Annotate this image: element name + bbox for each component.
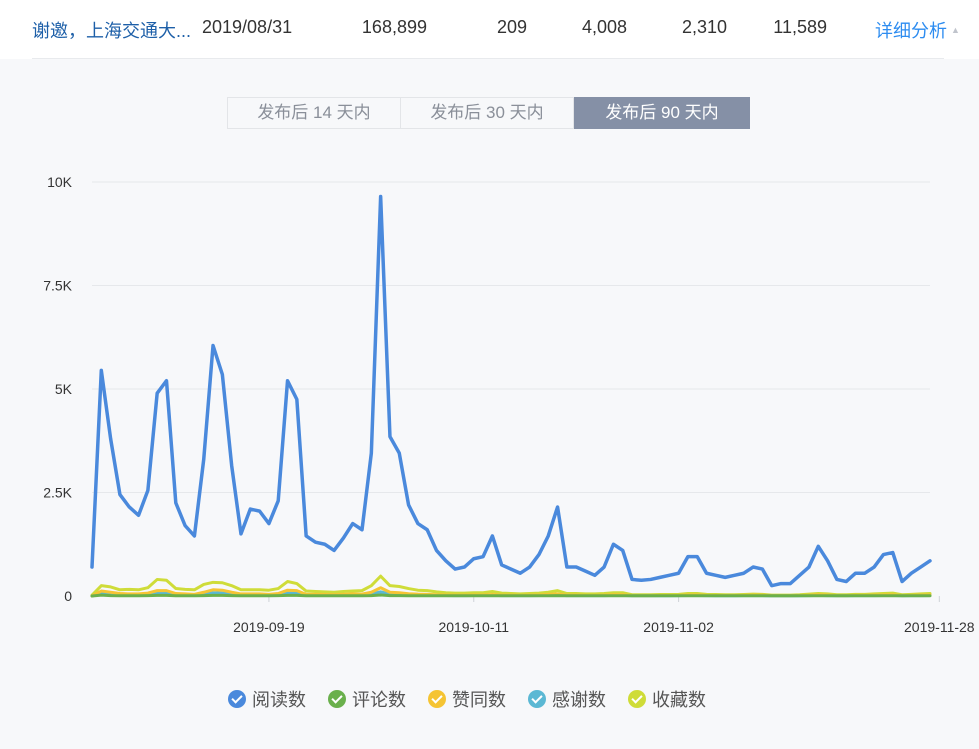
legend-label: 感谢数 [552, 690, 606, 710]
x-tick-label: 2019-10-11 [438, 619, 509, 635]
legend-item-views[interactable]: 阅读数 [228, 686, 306, 712]
y-tick-label: 5K [55, 381, 73, 397]
y-tick-label: 10K [47, 174, 73, 190]
legend-item-favorites[interactable]: 收藏数 [628, 686, 706, 712]
legend-item-thanks[interactable]: 感谢数 [528, 686, 606, 712]
grid [92, 181, 930, 597]
x-tick-label: 2019-11-02 [643, 619, 714, 635]
x-axis-labels: 2019-09-19 2019-10-11 2019-11-02 2019-11-28 [233, 596, 975, 635]
y-tick-label: 0 [64, 588, 72, 604]
x-tick-label: 2019-11-28 [904, 619, 975, 635]
y-axis-labels: 0 2.5K 5K 7.5K 10K [43, 174, 72, 604]
check-circle-icon [428, 690, 446, 708]
check-circle-icon [328, 690, 346, 708]
legend-item-upvotes[interactable]: 赞同数 [428, 686, 506, 712]
check-circle-icon [228, 690, 246, 708]
y-tick-label: 7.5K [43, 278, 72, 294]
x-tick-label: 2019-09-19 [233, 619, 305, 635]
check-circle-icon [528, 690, 546, 708]
series-line-1 [90, 593, 932, 598]
series-line-0 [90, 194, 932, 588]
series-lines [90, 194, 932, 598]
line-chart: 02.5K5K7.5K10K 2019-09-19 2019-10-11 2019-… [43, 174, 975, 635]
legend-label: 收藏数 [652, 690, 706, 710]
chart-legend: 阅读数 评论数 赞同数 感谢数 收藏数 [228, 686, 728, 712]
legend-label: 评论数 [352, 690, 406, 710]
y-tick-label: 2.5K [43, 485, 72, 501]
legend-label: 阅读数 [252, 690, 306, 710]
legend-item-comments[interactable]: 评论数 [328, 686, 406, 712]
legend-label: 赞同数 [452, 690, 506, 710]
check-circle-icon [628, 690, 646, 708]
